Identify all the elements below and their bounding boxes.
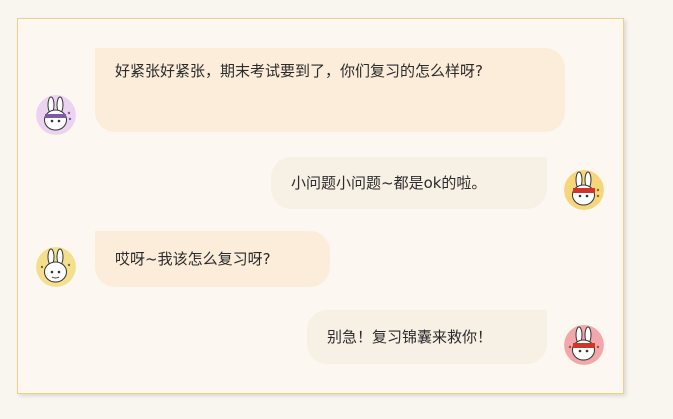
message-bubble-1: 好紧张好紧张，期末考试要到了，你们复习的怎么样呀? xyxy=(95,48,565,132)
message-bubble-2: 小问题小问题~都是ok的啦。 xyxy=(271,157,547,209)
rabbit-pink-avatar-icon xyxy=(564,325,604,365)
message-bubble-3: 哎呀~我该怎么复习呀? xyxy=(95,231,330,287)
message-text-1: 好紧张好紧张，期末考试要到了，你们复习的怎么样呀? xyxy=(115,62,483,80)
message-text-4: 别急！复习锦囊来救你！ xyxy=(327,328,493,346)
message-bubble-4: 别急！复习锦囊来救你！ xyxy=(307,310,547,364)
rabbit-purple-avatar-icon xyxy=(36,95,76,135)
message-text-3: 哎呀~我该怎么复习呀? xyxy=(115,250,271,268)
rabbit-yellow-avatar-icon xyxy=(564,170,604,210)
rabbit-yellow-avatar-icon xyxy=(36,247,76,287)
message-text-2: 小问题小问题~都是ok的啦。 xyxy=(291,174,487,192)
